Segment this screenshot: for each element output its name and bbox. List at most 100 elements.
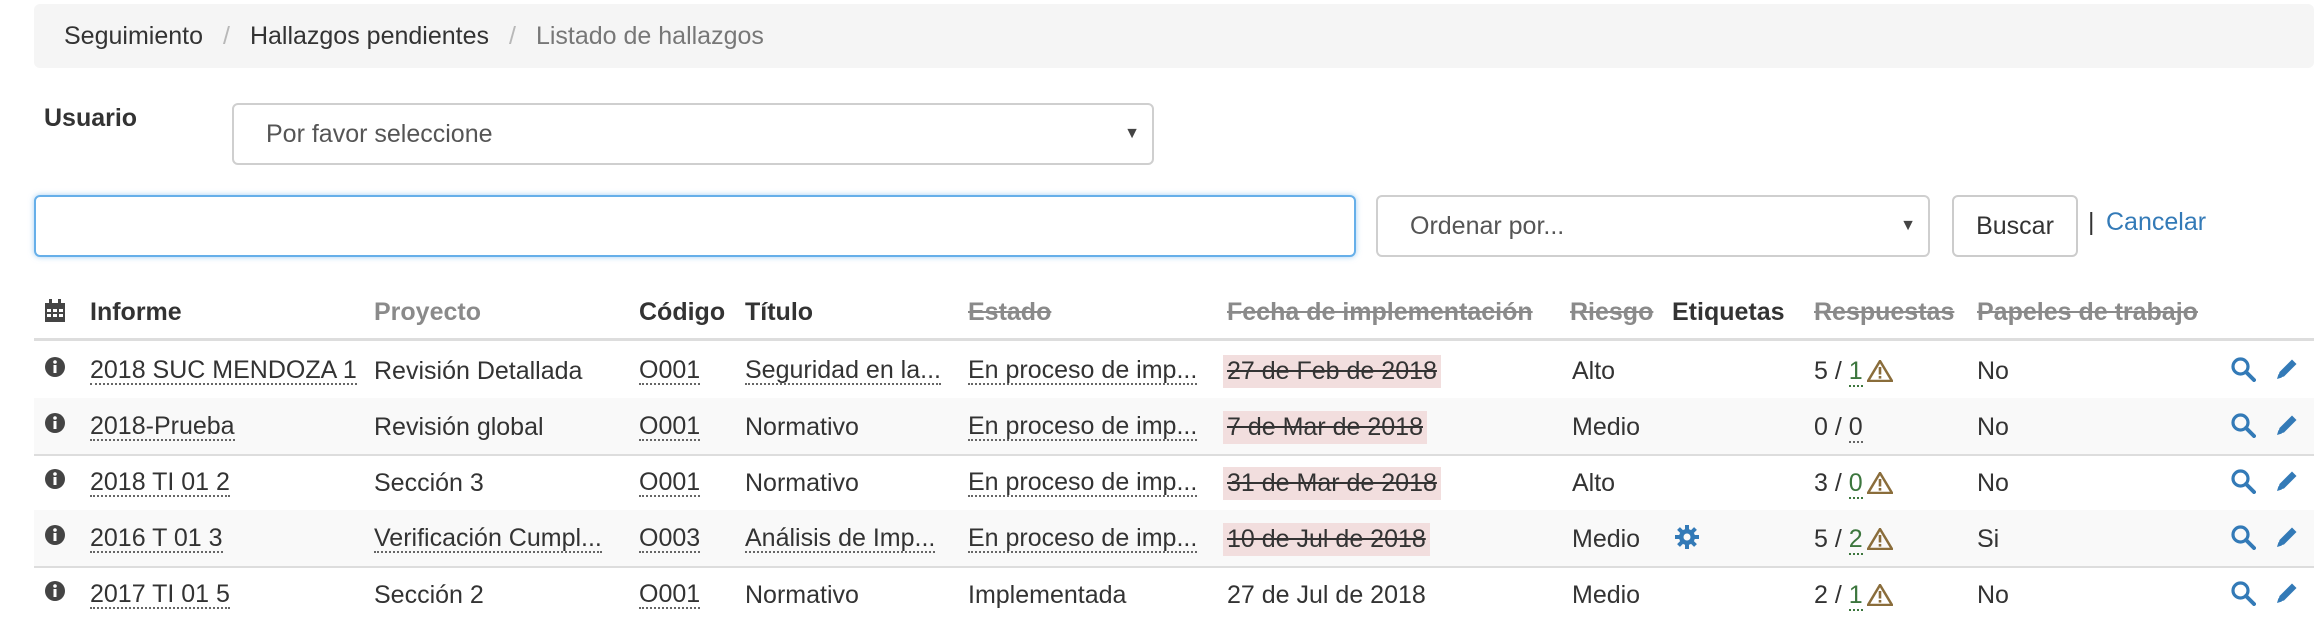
breadcrumb-separator: / [509, 21, 516, 50]
search-icon[interactable] [2230, 356, 2256, 389]
pencil-icon[interactable] [2274, 580, 2300, 613]
search-icon[interactable] [2230, 412, 2256, 445]
gear-icon[interactable] [1674, 524, 1700, 557]
header-proyecto[interactable]: Proyecto [374, 298, 481, 327]
fecha-cell-expired: 31 de Mar de 2018 [1223, 467, 1441, 500]
respuestas-cell: 5 / 2 [1814, 525, 1893, 557]
table-header: Informe Proyecto Código Título Estado Fe… [34, 288, 2314, 341]
riesgo-cell: Medio [1572, 413, 1641, 441]
respuestas-pendientes[interactable]: 0 [1848, 469, 1863, 499]
titulo-cell: Normativo [745, 469, 859, 497]
header-fecha-implementacion[interactable]: Fecha de implementación [1227, 298, 1533, 327]
titulo-cell: Análisis de Imp... [745, 524, 936, 554]
proyecto-cell: Revisión global [374, 413, 544, 441]
proyecto-cell: Sección 3 [374, 469, 484, 497]
order-by-value: Ordenar por... [1410, 211, 1565, 240]
breadcrumb-hallazgos-pendientes[interactable]: Hallazgos pendientes [250, 22, 489, 51]
proyecto-cell: Sección 2 [374, 581, 484, 609]
respuestas-pendientes[interactable]: 1 [1848, 581, 1863, 611]
papeles-cell: No [1977, 413, 2009, 441]
info-icon[interactable] [44, 580, 66, 609]
informe-link[interactable]: 2018 SUC MENDOZA 1 [90, 357, 357, 386]
info-icon[interactable] [44, 412, 66, 441]
proyecto-cell: Verificación Cumpl... [374, 524, 602, 554]
respuestas-total: 5 / [1814, 357, 1842, 385]
search-input[interactable] [34, 195, 1356, 257]
warning-icon [1866, 471, 1893, 501]
dropdown-caret-icon: ▼ [1900, 217, 1916, 234]
header-etiquetas: Etiquetas [1672, 298, 1785, 326]
informe-link[interactable]: 2016 T 01 3 [90, 525, 223, 554]
table-row: 2017 TI 01 5 Sección 2 O001 Normativo Im… [34, 566, 2314, 622]
info-icon[interactable] [44, 468, 66, 497]
search-icon[interactable] [2230, 468, 2256, 501]
table-row: 2018 SUC MENDOZA 1 Revisión Detallada O0… [34, 342, 2314, 400]
respuestas-total: 5 / [1814, 525, 1842, 553]
header-titulo[interactable]: Título [745, 298, 813, 327]
order-by-select[interactable]: Ordenar por... ▼ [1376, 195, 1930, 257]
breadcrumb-seguimiento[interactable]: Seguimiento [64, 22, 203, 51]
warning-icon [1866, 583, 1893, 613]
riesgo-cell: Medio [1572, 581, 1641, 609]
pencil-icon[interactable] [2274, 356, 2300, 389]
codigo-link[interactable]: O001 [639, 357, 701, 386]
informe-link[interactable]: 2018-Prueba [90, 413, 235, 442]
respuestas-total: 2 / [1814, 581, 1842, 609]
riesgo-cell: Alto [1572, 357, 1616, 385]
calendar-icon[interactable] [44, 299, 66, 330]
respuestas-total: 0 / [1814, 413, 1842, 441]
search-button[interactable]: Buscar [1952, 195, 2078, 257]
warning-icon [1866, 527, 1893, 557]
pencil-icon[interactable] [2274, 524, 2300, 557]
info-icon[interactable] [44, 524, 66, 553]
header-estado[interactable]: Estado [968, 298, 1051, 327]
papeles-cell: Si [1977, 525, 2000, 553]
header-informe[interactable]: Informe [90, 298, 182, 327]
pencil-icon[interactable] [2274, 412, 2300, 445]
titulo-cell: Normativo [745, 413, 859, 441]
estado-cell: En proceso de imp... [968, 356, 1198, 386]
respuestas-cell: 5 / 1 [1814, 357, 1893, 389]
table-row: 2016 T 01 3 Verificación Cumpl... O003 A… [34, 510, 2314, 568]
respuestas-pendientes[interactable]: 0 [1848, 413, 1863, 443]
usuario-select-value: Por favor seleccione [266, 119, 493, 148]
informe-link[interactable]: 2018 TI 01 2 [90, 469, 230, 498]
codigo-link[interactable]: O001 [639, 469, 701, 498]
header-papeles-trabajo[interactable]: Papeles de trabajo [1977, 298, 2198, 327]
codigo-link[interactable]: O001 [639, 413, 701, 442]
proyecto-cell: Revisión Detallada [374, 357, 583, 385]
search-icon[interactable] [2230, 580, 2256, 613]
header-riesgo[interactable]: Riesgo [1570, 298, 1653, 327]
respuestas-cell: 2 / 1 [1814, 581, 1893, 613]
header-respuestas[interactable]: Respuestas [1814, 298, 1954, 327]
codigo-link[interactable]: O003 [639, 525, 701, 554]
breadcrumb-separator: / [222, 21, 230, 50]
fecha-cell: 27 de Jul de 2018 [1227, 581, 1426, 609]
separator: | [2088, 208, 2095, 236]
breadcrumb: Seguimiento / Hallazgos pendientes / Lis… [34, 4, 2314, 68]
estado-cell: En proceso de imp... [968, 524, 1198, 554]
info-icon[interactable] [44, 356, 66, 385]
respuestas-pendientes[interactable]: 1 [1848, 357, 1863, 387]
estado-cell: En proceso de imp... [968, 412, 1198, 442]
search-icon[interactable] [2230, 524, 2256, 557]
informe-link[interactable]: 2017 TI 01 5 [90, 581, 230, 610]
usuario-label: Usuario [44, 104, 138, 132]
codigo-link[interactable]: O001 [639, 581, 701, 610]
estado-cell: En proceso de imp... [968, 468, 1198, 498]
breadcrumb-current: Listado de hallazgos [535, 21, 764, 50]
titulo-cell: Normativo [745, 581, 859, 609]
respuestas-cell: 3 / 0 [1814, 469, 1893, 501]
papeles-cell: No [1977, 357, 2009, 385]
titulo-cell: Seguridad en la... [745, 356, 941, 386]
table-row: 2018 TI 01 2 Sección 3 O001 Normativo En… [34, 454, 2314, 512]
fecha-cell-expired: 7 de Mar de 2018 [1223, 411, 1427, 444]
dropdown-caret-icon: ▼ [1124, 125, 1140, 142]
pencil-icon[interactable] [2274, 468, 2300, 501]
cancel-link[interactable]: Cancelar [2106, 208, 2206, 237]
usuario-select[interactable]: Por favor seleccione ▼ [232, 103, 1154, 165]
respuestas-pendientes[interactable]: 2 [1848, 525, 1863, 555]
warning-icon [1866, 359, 1893, 389]
table-row: 2018-Prueba Revisión global O001 Normati… [34, 398, 2314, 456]
header-codigo[interactable]: Código [639, 298, 725, 327]
